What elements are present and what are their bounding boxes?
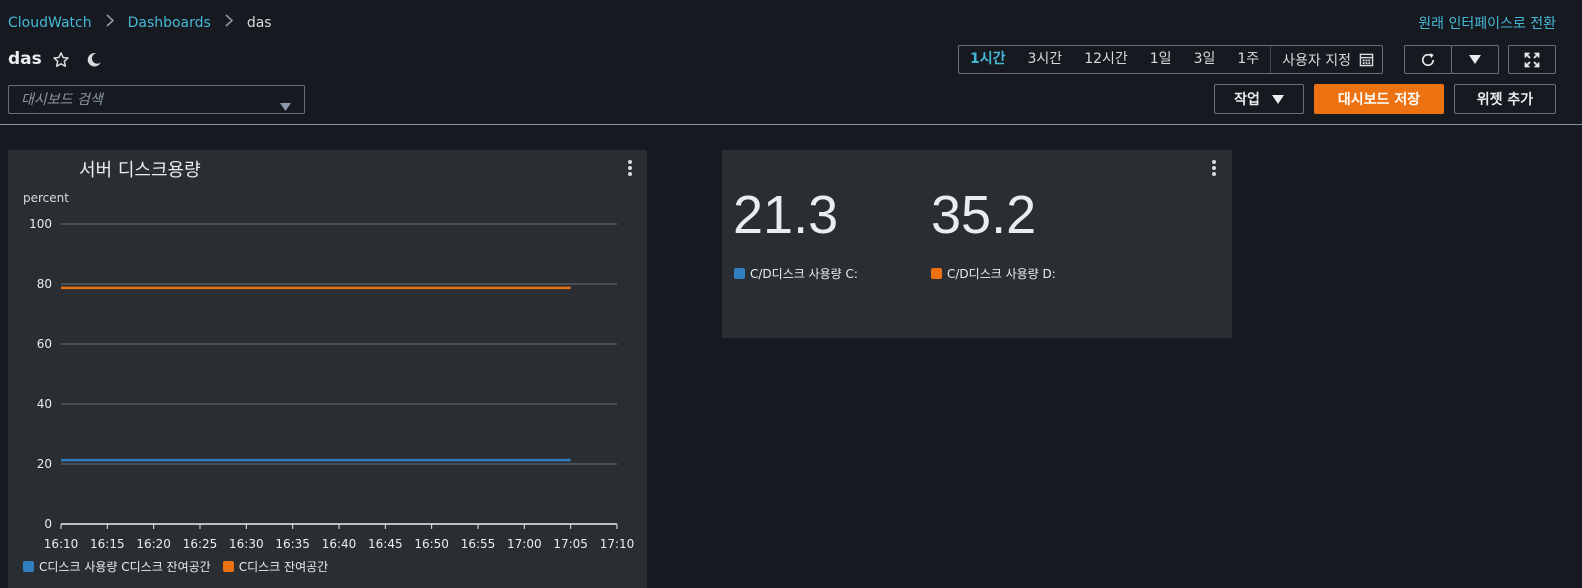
breadcrumb-current: das: [246, 14, 272, 31]
refresh-icon: [1419, 51, 1437, 69]
save-dashboard-button[interactable]: 대시보드 저장: [1314, 84, 1444, 114]
chevron-right-icon: [225, 14, 234, 31]
x-tick-label: 16:35: [275, 537, 310, 551]
chevron-right-icon: [106, 14, 114, 31]
time-range-selector: 1시간 3시간 12시간 1일 3일 1주 사용자 지정: [958, 45, 1384, 74]
time-option-12h[interactable]: 12시간: [1073, 46, 1139, 73]
x-tick-label: 17:00: [507, 537, 542, 551]
metric-label-text: C/D디스크 사용량 C:: [750, 267, 858, 281]
line-chart: 0 20 40 60 80 100 16:10 16:15 16:20 16:25 16:30 16:…: [29, 217, 635, 551]
x-tick-label: 17:05: [553, 537, 588, 551]
metric-value-c: 21.3: [733, 185, 839, 245]
breadcrumb-cloudwatch[interactable]: CloudWatch: [8, 15, 92, 31]
custom-range-label: 사용자 지정: [1282, 52, 1352, 69]
x-tick-label: 17:10: [600, 537, 635, 551]
breadcrumb-dashboards[interactable]: Dashboards: [128, 15, 211, 31]
y-tick-label: 60: [37, 337, 52, 351]
moon-icon[interactable]: [84, 50, 104, 70]
star-icon[interactable]: [51, 50, 71, 70]
switch-original-interface-link[interactable]: 원래 인터페이스로 전환: [1418, 13, 1556, 33]
time-option-1d[interactable]: 1일: [1139, 46, 1183, 73]
x-tick-label: 16:45: [368, 537, 403, 551]
caret-down-icon: [1271, 94, 1284, 104]
dashboard-search[interactable]: [8, 85, 305, 114]
actions-label: 작업: [1234, 92, 1260, 108]
time-option-3h[interactable]: 3시간: [1017, 46, 1074, 73]
legend-item[interactable]: C디스크 잔여공간: [222, 558, 329, 575]
legend-swatch: [734, 268, 745, 279]
legend-swatch: [23, 561, 34, 572]
legend-swatch: [222, 561, 234, 572]
x-tick-label: 16:50: [414, 537, 449, 551]
y-tick-label: 20: [37, 457, 52, 471]
chart-legend: C디스크 사용량 C디스크 잔여공간 C디스크 잔여공간: [23, 558, 328, 575]
metric-value-d: 35.2: [931, 185, 1037, 245]
y-tick-label: 40: [37, 397, 52, 411]
time-option-1w[interactable]: 1주: [1226, 46, 1270, 73]
caret-down-icon: [1469, 55, 1481, 64]
search-input[interactable]: [9, 86, 269, 113]
add-widget-button[interactable]: 위젯 추가: [1454, 84, 1556, 114]
actions-dropdown-button[interactable]: 작업: [1214, 84, 1304, 114]
x-tick-label: 16:10: [44, 537, 79, 551]
legend-item[interactable]: C디스크 사용량 C디스크 잔여공간: [23, 558, 211, 575]
breadcrumb: CloudWatch Dashboards das: [8, 14, 272, 31]
refresh-button[interactable]: [1404, 45, 1452, 74]
x-tick-label: 16:25: [183, 537, 218, 551]
y-tick-label: 100: [29, 217, 52, 231]
x-tick-label: 16:40: [322, 537, 357, 551]
legend-label: C디스크 잔여공간: [238, 560, 329, 574]
expand-icon: [1524, 52, 1540, 68]
y-tick-label: 0: [44, 517, 52, 531]
x-tick-label: 16:15: [90, 537, 125, 551]
caret-down-icon[interactable]: [280, 96, 291, 115]
calendar-icon: [1359, 52, 1374, 67]
line-chart-widget: 서버 디스크용량 percent 0 20 40 60 80 100 16:10 16:15 1…: [8, 150, 647, 588]
metric-label-d: C/D디스크 사용량 D:: [931, 265, 1056, 282]
metric-label-c: C/D디스크 사용량 C:: [734, 265, 858, 282]
x-tick-label: 16:30: [229, 537, 264, 551]
time-option-3d[interactable]: 3일: [1183, 46, 1227, 73]
legend-label: C디스크 사용량 C디스크 잔여공간: [39, 560, 211, 574]
number-widget: 21.3 C/D디스크 사용량 C: 35.2 C/D디스크 사용량 D:: [722, 150, 1232, 338]
x-tick-label: 16:55: [461, 537, 496, 551]
metric-label-text: C/D디스크 사용량 D:: [947, 267, 1056, 281]
fullscreen-button[interactable]: [1508, 45, 1556, 74]
y-tick-label: 80: [37, 277, 52, 291]
time-option-custom[interactable]: 사용자 지정: [1270, 46, 1382, 73]
header-divider: [0, 124, 1582, 125]
widget-menu-icon[interactable]: [1212, 160, 1216, 178]
refresh-options-dropdown[interactable]: [1451, 45, 1499, 74]
legend-swatch: [931, 268, 942, 279]
x-tick-label: 16:20: [136, 537, 171, 551]
time-option-1h[interactable]: 1시간: [959, 46, 1017, 73]
page-title: das: [8, 49, 42, 69]
